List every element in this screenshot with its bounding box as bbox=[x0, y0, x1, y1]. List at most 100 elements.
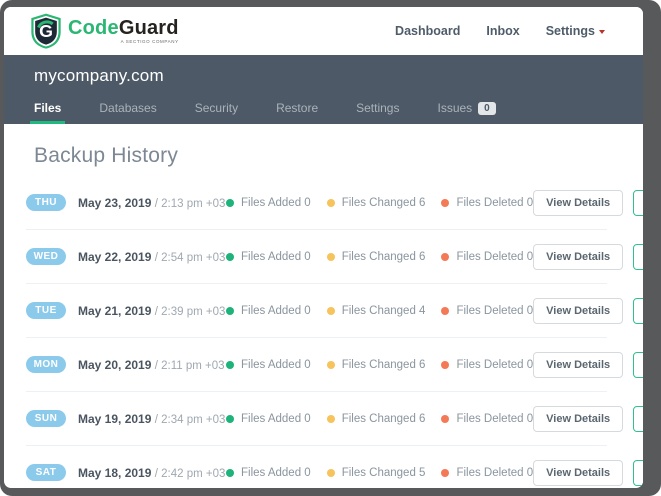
backup-row: WED May 22, 2019 / 2:54 pm +03 Files Add… bbox=[26, 230, 643, 284]
deleted-dot-icon bbox=[441, 198, 450, 207]
added-dot-icon bbox=[226, 252, 234, 261]
backup-time-text: / 2:39 pm +03 bbox=[154, 305, 226, 318]
backup-time-text: / 2:54 pm +03 bbox=[154, 251, 226, 264]
shield-logo-icon: G bbox=[31, 13, 61, 49]
backup-date: May 18, 2019 / 2:42 pm +03 bbox=[78, 466, 226, 480]
view-details-button[interactable]: View Details bbox=[533, 405, 624, 432]
site-header: mycompany.com Files Databases Security Rest… bbox=[4, 55, 643, 124]
files-changed-status: Files Changed 5 bbox=[326, 467, 425, 479]
status-group: Files Added 0 Files Changed 6 Files Dele… bbox=[226, 251, 533, 263]
changed-dot-icon bbox=[326, 468, 335, 477]
backup-row: SUN May 19, 2019 / 2:34 pm +03 Files Add… bbox=[26, 392, 643, 446]
brand-name-primary: Code bbox=[68, 16, 119, 39]
files-added-status: Files Added 0 bbox=[226, 305, 311, 317]
restore-options-button[interactable]: Restore Options bbox=[633, 243, 643, 270]
restore-options-button[interactable]: Restore Options bbox=[633, 351, 643, 378]
row-actions: View Details Restore Options bbox=[533, 351, 643, 378]
files-deleted-status: Files Deleted 0 bbox=[441, 251, 533, 263]
restore-options-button[interactable]: Restore Options bbox=[633, 405, 643, 432]
changed-dot-icon bbox=[326, 414, 335, 423]
backup-date-text: May 23, 2019 bbox=[78, 195, 152, 210]
top-navigation: Dashboard Inbox Settings bbox=[395, 24, 605, 38]
tab-issues[interactable]: Issues 0 bbox=[437, 95, 496, 124]
added-dot-icon bbox=[226, 360, 234, 369]
restore-options-button[interactable]: Restore Options bbox=[633, 297, 643, 324]
row-actions: View Details Restore Options bbox=[533, 189, 643, 216]
day-badge: SUN bbox=[26, 410, 66, 427]
brand-wordmark: CodeGuard A SECTIGO COMPANY bbox=[68, 18, 179, 45]
day-badge: THU bbox=[26, 194, 66, 211]
window-frame: G CodeGuard A SECTIGO COMPANY Dashboard I… bbox=[0, 0, 661, 496]
backup-date: May 20, 2019 / 2:11 pm +03 bbox=[78, 358, 226, 372]
brand-tagline: A SECTIGO COMPANY bbox=[120, 38, 179, 44]
files-added-status: Files Added 0 bbox=[226, 197, 311, 209]
view-details-button[interactable]: View Details bbox=[533, 189, 624, 216]
backup-row: SAT May 18, 2019 / 2:42 pm +03 Files Add… bbox=[26, 446, 643, 488]
tab-restore[interactable]: Restore bbox=[276, 95, 318, 124]
status-group: Files Added 0 Files Changed 6 Files Dele… bbox=[226, 197, 533, 209]
backup-row: MON May 20, 2019 / 2:11 pm +03 Files Add… bbox=[26, 338, 643, 392]
day-badge: SAT bbox=[26, 464, 66, 481]
backup-date: May 22, 2019 / 2:54 pm +03 bbox=[78, 250, 226, 264]
restore-options-button[interactable]: Restore Options bbox=[633, 459, 643, 486]
deleted-dot-icon bbox=[441, 414, 450, 423]
deleted-dot-icon bbox=[441, 468, 450, 477]
files-changed-status: Files Changed 6 bbox=[326, 359, 425, 371]
row-actions: View Details Restore Options bbox=[533, 243, 643, 270]
files-deleted-status: Files Deleted 0 bbox=[441, 413, 533, 425]
backup-date: May 21, 2019 / 2:39 pm +03 bbox=[78, 304, 226, 318]
files-added-status: Files Added 0 bbox=[226, 359, 311, 371]
tab-security[interactable]: Security bbox=[195, 95, 238, 124]
backup-row: THU May 23, 2019 / 2:13 pm +03 Files Add… bbox=[26, 176, 643, 230]
app-window: G CodeGuard A SECTIGO COMPANY Dashboard I… bbox=[4, 7, 643, 488]
dropdown-caret-icon bbox=[599, 29, 605, 34]
tab-files[interactable]: Files bbox=[29, 95, 66, 124]
backup-date-text: May 19, 2019 bbox=[78, 411, 152, 426]
page-title: Backup History bbox=[34, 144, 179, 167]
brand-name-secondary: Guard bbox=[118, 16, 179, 39]
files-added-status: Files Added 0 bbox=[226, 413, 311, 425]
files-deleted-status: Files Deleted 0 bbox=[441, 305, 533, 317]
status-group: Files Added 0 Files Changed 5 Files Dele… bbox=[226, 467, 533, 479]
deleted-dot-icon bbox=[441, 252, 450, 261]
deleted-dot-icon bbox=[441, 360, 450, 369]
backup-history-list: THU May 23, 2019 / 2:13 pm +03 Files Add… bbox=[4, 176, 643, 488]
view-details-button[interactable]: View Details bbox=[533, 459, 624, 486]
backup-date: May 19, 2019 / 2:34 pm +03 bbox=[78, 412, 226, 426]
tab-settings[interactable]: Settings bbox=[356, 95, 399, 124]
added-dot-icon bbox=[226, 468, 234, 477]
files-deleted-status: Files Deleted 0 bbox=[441, 467, 533, 479]
view-details-button[interactable]: View Details bbox=[533, 351, 624, 378]
backup-date: May 23, 2019 / 2:13 pm +03 bbox=[78, 196, 226, 210]
restore-options-button[interactable]: Restore Options bbox=[633, 189, 643, 216]
changed-dot-icon bbox=[326, 360, 335, 369]
files-deleted-status: Files Deleted 0 bbox=[441, 197, 533, 209]
files-changed-status: Files Changed 4 bbox=[326, 305, 425, 317]
files-changed-status: Files Changed 6 bbox=[326, 251, 425, 263]
row-actions: View Details Restore Options bbox=[533, 297, 643, 324]
files-changed-status: Files Changed 6 bbox=[326, 413, 425, 425]
issues-count-badge: 0 bbox=[478, 101, 496, 115]
view-details-button[interactable]: View Details bbox=[533, 297, 624, 324]
day-badge: MON bbox=[26, 356, 66, 373]
top-nav-item-inbox[interactable]: Inbox bbox=[486, 24, 519, 38]
tab-databases[interactable]: Databases bbox=[99, 95, 156, 124]
day-badge: TUE bbox=[26, 302, 66, 319]
view-details-button[interactable]: View Details bbox=[533, 243, 624, 270]
top-nav-item-dashboard[interactable]: Dashboard bbox=[395, 24, 460, 38]
files-deleted-status: Files Deleted 0 bbox=[441, 359, 533, 371]
row-actions: View Details Restore Options bbox=[533, 405, 643, 432]
added-dot-icon bbox=[226, 306, 234, 315]
deleted-dot-icon bbox=[441, 306, 450, 315]
backup-row: TUE May 21, 2019 / 2:39 pm +03 Files Add… bbox=[26, 284, 643, 338]
backup-time-text: / 2:11 pm +03 bbox=[154, 359, 225, 372]
status-group: Files Added 0 Files Changed 6 Files Dele… bbox=[226, 359, 533, 371]
row-actions: View Details Restore Options bbox=[533, 459, 643, 486]
top-nav-item-settings[interactable]: Settings bbox=[546, 24, 605, 38]
backup-date-text: May 18, 2019 bbox=[78, 465, 152, 480]
changed-dot-icon bbox=[326, 306, 335, 315]
site-tabs: Files Databases Security Restore Settings Iss… bbox=[4, 95, 643, 124]
codeguard-logo[interactable]: G CodeGuard A SECTIGO COMPANY bbox=[30, 13, 179, 49]
changed-dot-icon bbox=[326, 198, 335, 207]
added-dot-icon bbox=[226, 414, 234, 423]
